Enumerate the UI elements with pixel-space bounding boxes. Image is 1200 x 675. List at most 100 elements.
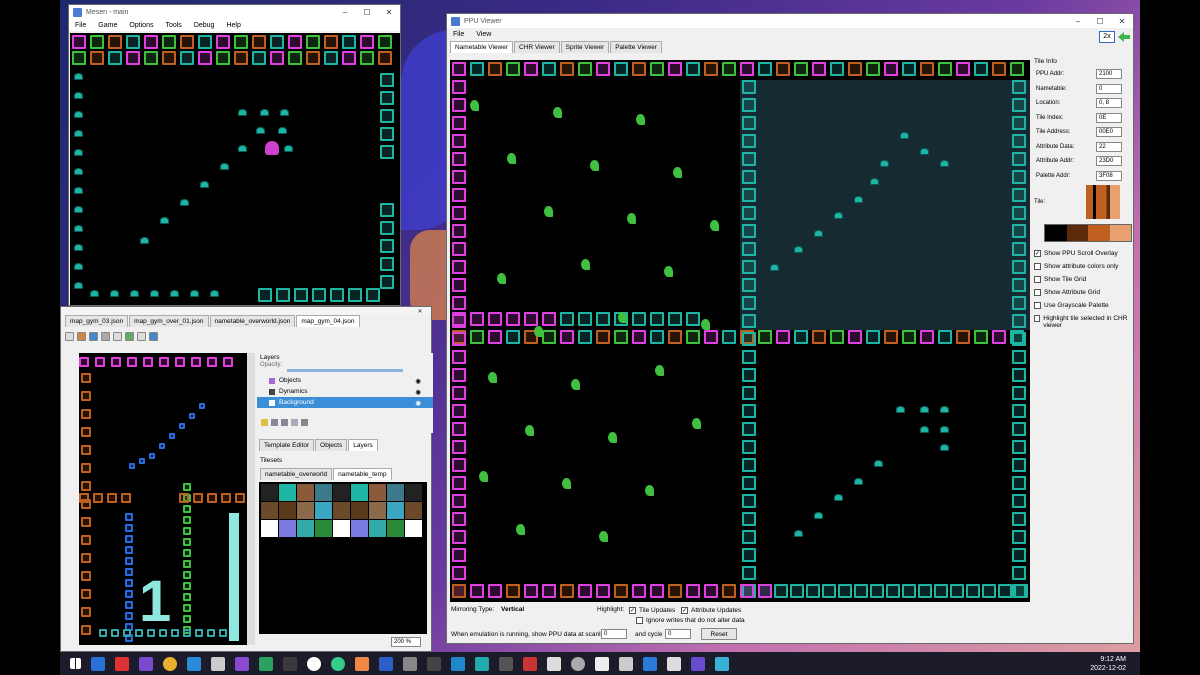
menu-help[interactable]: Help	[220, 22, 246, 29]
layer-row[interactable]: Objects ◉	[257, 375, 433, 386]
zoom-select[interactable]: 200 %	[391, 637, 421, 647]
mesen-titlebar[interactable]: Mesen - main – ☐ ✕	[69, 5, 400, 19]
toolbar-tool-icon[interactable]	[65, 331, 74, 341]
taskbar-app-icon[interactable]	[427, 656, 441, 671]
tileset-tile[interactable]	[369, 520, 386, 537]
tileset-tile[interactable]	[279, 502, 296, 519]
tileset-tile[interactable]	[297, 502, 314, 519]
mesen-window[interactable]: Mesen - main – ☐ ✕ File Game Options Tools…	[68, 4, 401, 306]
opacity-slider[interactable]	[287, 369, 403, 372]
tileset-tile[interactable]	[261, 502, 278, 519]
field-value[interactable]: 0	[1096, 83, 1122, 94]
eye-icon[interactable]: ◉	[415, 388, 421, 396]
tab-chr-viewer[interactable]: CHR Viewer	[514, 41, 560, 53]
taskbar-app-icon[interactable]	[715, 656, 729, 671]
taskbar-app-icon[interactable]	[571, 656, 585, 671]
taskbar-app-icon[interactable]	[379, 656, 393, 671]
move-down-icon[interactable]	[281, 419, 288, 426]
reset-button[interactable]: Reset	[701, 628, 737, 640]
close-icon[interactable]: ✕	[378, 8, 400, 17]
taskbar-app-icon[interactable]	[595, 656, 609, 671]
taskbar-app-icon[interactable]	[643, 656, 657, 671]
layer-row[interactable]: Dynamics ◉	[257, 386, 433, 397]
option-checkbox[interactable]: Show Attribute Grid	[1034, 289, 1132, 302]
tileset-tile[interactable]	[351, 502, 368, 519]
menu-file[interactable]: File	[69, 22, 92, 29]
toolbar-tool-icon[interactable]	[125, 331, 134, 341]
tileset-tile[interactable]	[405, 520, 422, 537]
tileset-tile[interactable]	[315, 520, 332, 537]
game-screen[interactable]	[70, 33, 400, 305]
start-icon[interactable]	[70, 658, 81, 669]
field-value[interactable]: 00E0	[1096, 127, 1122, 138]
tab-sprite-viewer[interactable]: Sprite Viewer	[560, 41, 610, 53]
field-value[interactable]: 2100	[1096, 69, 1122, 80]
field-value[interactable]: 0, 8	[1096, 98, 1122, 109]
taskbar-app-icon[interactable]	[163, 656, 177, 671]
tileset-tile[interactable]	[351, 520, 368, 537]
tab-map-gym-03[interactable]: map_gym_03.json	[65, 315, 129, 327]
system-clock[interactable]: 9:12 AM 2022-12-02	[1090, 655, 1126, 673]
taskbar-app-icon[interactable]	[115, 656, 129, 671]
toolbar-tool-icon[interactable]	[149, 331, 158, 341]
tileset-tile[interactable]	[369, 502, 386, 519]
option-checkbox[interactable]: ✓ Show PPU Scroll Overlay	[1034, 250, 1132, 263]
tileset-tile[interactable]	[279, 484, 296, 501]
toolbar-tool-icon[interactable]	[137, 331, 146, 341]
tileset-tile[interactable]	[333, 520, 350, 537]
option-checkbox[interactable]: Show attribute colors only	[1034, 263, 1132, 276]
taskbar-app-icon[interactable]	[259, 656, 273, 671]
taskbar-app-icon[interactable]	[451, 656, 465, 671]
taskbar-app-icon[interactable]	[91, 656, 105, 671]
tileset-tile[interactable]	[387, 484, 404, 501]
cycle-input[interactable]: 0	[665, 629, 691, 639]
tileset-tile[interactable]	[387, 502, 404, 519]
tileset-tile[interactable]	[261, 520, 278, 537]
menu-game[interactable]: Game	[92, 22, 123, 29]
tileset-tile[interactable]	[351, 484, 368, 501]
map-scrollbar[interactable]	[247, 353, 255, 645]
tileset-tile[interactable]	[405, 502, 422, 519]
taskbar-app-icon[interactable]	[235, 656, 249, 671]
taskbar-app-icon[interactable]	[139, 656, 153, 671]
ppu-titlebar[interactable]: PPU Viewer – ☐ ✕	[447, 14, 1133, 28]
option-checkbox[interactable]: Show Tile Grid	[1034, 276, 1132, 289]
tileset-view[interactable]	[259, 482, 427, 634]
menu-view[interactable]: View	[470, 31, 497, 38]
minimize-icon[interactable]: –	[334, 8, 356, 17]
taskbar-app-icon[interactable]	[499, 656, 513, 671]
eye-icon[interactable]: ◉	[415, 399, 421, 407]
map-canvas[interactable]: 1	[79, 353, 247, 645]
taskbar-app-icon[interactable]	[475, 656, 489, 671]
tileset-tile[interactable]	[315, 502, 332, 519]
tileset-tile[interactable]	[315, 484, 332, 501]
close-icon[interactable]: ✕	[1111, 17, 1133, 26]
tab-nametable-viewer[interactable]: Nametable Viewer	[450, 41, 513, 53]
scanline-input[interactable]: 0	[601, 629, 627, 639]
tileset-tile[interactable]	[279, 520, 296, 537]
toolbar-tool-icon[interactable]	[77, 331, 86, 341]
field-value[interactable]: 22	[1096, 141, 1122, 152]
toolbar-tool-icon[interactable]	[101, 331, 110, 341]
nametable-view[interactable]	[450, 60, 1030, 602]
field-value[interactable]: 3F08	[1096, 170, 1122, 181]
tileset-tile[interactable]	[387, 520, 404, 537]
tab-nametable-overworld[interactable]: nametable_overworld.json	[209, 315, 296, 327]
close-icon[interactable]: ✕	[409, 308, 431, 315]
tab-palette-viewer[interactable]: Palette Viewer	[610, 41, 662, 53]
tileset-tile[interactable]	[333, 502, 350, 519]
taskbar-app-icon[interactable]	[331, 656, 345, 671]
menu-tools[interactable]: Tools	[159, 22, 187, 29]
delete-icon[interactable]	[301, 419, 308, 426]
taskbar-app-icon[interactable]	[355, 656, 369, 671]
add-layer-icon[interactable]	[261, 419, 268, 426]
tileset-tile[interactable]	[405, 484, 422, 501]
maximize-icon[interactable]: ☐	[1089, 17, 1111, 26]
eye-icon[interactable]: ◉	[415, 377, 421, 385]
taskbar-app-icon[interactable]	[691, 656, 705, 671]
taskbar-app-icon[interactable]	[187, 656, 201, 671]
tiled-window[interactable]: ✕ map_gym_03.json map_gym_over_01.json n…	[60, 306, 433, 652]
ppu-viewer-window[interactable]: PPU Viewer – ☐ ✕ File View 2x Nametable Vi…	[446, 13, 1134, 644]
tab-map-gym-04[interactable]: map_gym_04.json	[296, 315, 360, 327]
option-checkbox[interactable]: Highlight tile selected in CHR viewer	[1034, 315, 1132, 329]
